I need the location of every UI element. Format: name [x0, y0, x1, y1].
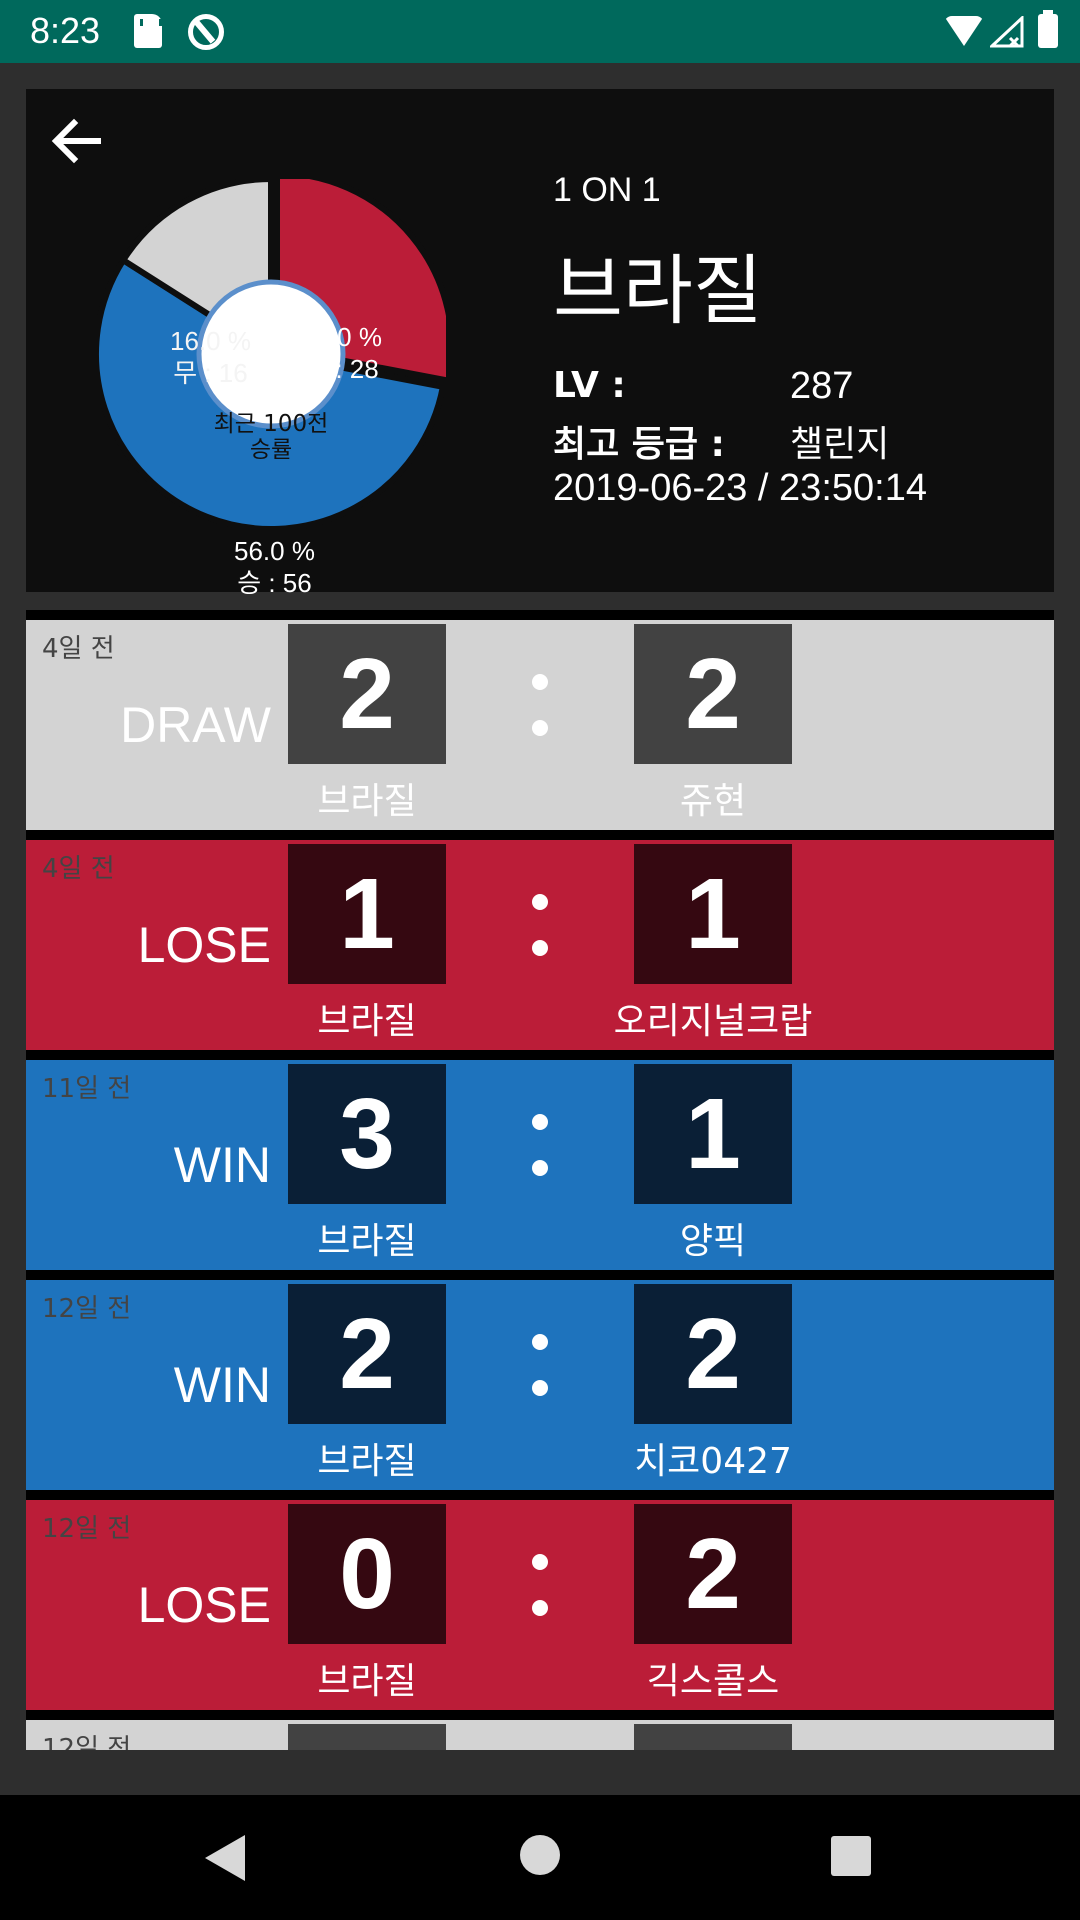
- match-result: LOSE: [137, 1577, 271, 1633]
- draw-count: 무 : 16: [173, 358, 248, 388]
- match-result: WIN: [173, 1357, 271, 1413]
- team-right-name: 오리지널크랍: [613, 1001, 813, 1042]
- score-right: 1: [634, 1064, 792, 1204]
- match-row[interactable]: 12일 전 WIN 2 2 브라질 치코0427: [26, 1280, 1054, 1490]
- status-bar: 8:23: [0, 0, 1080, 63]
- status-time: 8:23: [30, 10, 101, 51]
- score-left: 2: [288, 624, 446, 764]
- match-time-ago: 12일 전: [42, 1514, 132, 1544]
- lose-count: 패 : 28: [304, 354, 379, 384]
- score-separator: [526, 646, 554, 756]
- match-time-ago: 4일 전: [42, 634, 115, 664]
- team-left-name: 브라질: [317, 781, 417, 822]
- score-separator: [526, 1086, 554, 1196]
- score-right: 2: [634, 1504, 792, 1644]
- team-right-name: 긱스콜스: [646, 1661, 780, 1702]
- sd-card-icon: [134, 14, 162, 48]
- score-right: 2: [634, 624, 792, 764]
- match-result: LOSE: [137, 917, 271, 973]
- team-left-name: 브라질: [317, 1001, 417, 1042]
- score-separator: [526, 1526, 554, 1636]
- game-mode-label: 1 ON 1: [553, 171, 661, 209]
- score-right: 1: [634, 844, 792, 984]
- player-name: 브라질: [553, 246, 763, 335]
- pie-center-line2: 승률: [249, 437, 293, 463]
- pie-center-line1: 최근 100전: [213, 411, 329, 437]
- score-separator: [526, 1746, 554, 1750]
- player-summary-panel: 28.0 % 패 : 28 16.0 % 무 : 16 56.0 % 승 : 5…: [26, 89, 1054, 598]
- last-played-datetime: 2019-06-23 / 23:50:14: [553, 467, 927, 509]
- level-label: LV :: [553, 365, 626, 406]
- team-left-name: 브라질: [317, 1441, 417, 1482]
- pie-draw-label: 16.0 % 무 : 16: [170, 325, 251, 389]
- nav-recents-icon[interactable]: [831, 1836, 871, 1876]
- best-rank-label: 최고 등급 :: [553, 424, 725, 465]
- match-row[interactable]: 4일 전 LOSE 1 1 브라질 오리지널크랍: [26, 840, 1054, 1050]
- pie-chart-svg: [93, 169, 455, 532]
- win-percent: 56.0 %: [234, 536, 315, 566]
- team-left-name: 브라질: [317, 1661, 417, 1702]
- win-count: 승 : 56: [237, 568, 312, 598]
- score-right: [634, 1724, 792, 1750]
- score-left: 3: [288, 1064, 446, 1204]
- match-time-ago: 4일 전: [42, 854, 115, 884]
- team-right-name: 양픽: [679, 1221, 747, 1262]
- match-result: DRAW: [120, 697, 271, 753]
- back-arrow-icon[interactable]: [46, 111, 106, 171]
- match-history-list[interactable]: 4일 전 DRAW 2 2 브라질 쥬현 4일 전 LOSE 1 1 브라질 오리지널크랍 11일 전W…: [26, 610, 1054, 1750]
- team-right-name: 치코0427: [634, 1441, 792, 1482]
- score-left: 0: [288, 1504, 446, 1644]
- match-result: WIN: [173, 1137, 271, 1193]
- nav-home-icon[interactable]: [520, 1835, 560, 1875]
- match-row[interactable]: 4일 전 DRAW 2 2 브라질 쥬현: [26, 620, 1054, 830]
- battery-icon: [1038, 10, 1058, 48]
- sync-disabled-icon: [188, 14, 224, 50]
- score-left: 1: [288, 844, 446, 984]
- match-row[interactable]: 12일 전 LOSE 0 2 브라질 긱스콜스: [26, 1500, 1054, 1710]
- match-row[interactable]: 11일 전 WIN 3 1 브라질 양픽: [26, 1060, 1054, 1270]
- team-left-name: 브라질: [317, 1221, 417, 1262]
- team-right-name: 쥬현: [679, 781, 747, 822]
- score-left: [288, 1724, 446, 1750]
- pie-lose-label: 28.0 % 패 : 28: [301, 321, 382, 385]
- nav-back-icon[interactable]: [205, 1835, 245, 1881]
- pie-center-text: 최근 100전 승률: [200, 411, 342, 463]
- signal-icon: [990, 16, 1024, 48]
- score-separator: [526, 866, 554, 976]
- score-left: 2: [288, 1284, 446, 1424]
- match-row[interactable]: 12일 전: [26, 1720, 1054, 1750]
- match-time-ago: 12일 전: [42, 1294, 132, 1324]
- draw-percent: 16.0 %: [170, 326, 251, 356]
- best-rank-value: 챌린지: [790, 424, 890, 465]
- score-right: 2: [634, 1284, 792, 1424]
- wifi-icon: [944, 16, 984, 46]
- navigation-bar: [0, 1795, 1080, 1920]
- pie-win-label: 56.0 % 승 : 56: [234, 535, 315, 599]
- match-time-ago: 11일 전: [42, 1074, 132, 1104]
- level-value: 287: [790, 365, 854, 407]
- score-separator: [526, 1306, 554, 1416]
- lose-percent: 28.0 %: [301, 322, 382, 352]
- win-rate-pie-chart: 28.0 % 패 : 28 16.0 % 무 : 16 56.0 % 승 : 5…: [93, 169, 455, 598]
- match-time-ago: 12일 전: [42, 1734, 132, 1750]
